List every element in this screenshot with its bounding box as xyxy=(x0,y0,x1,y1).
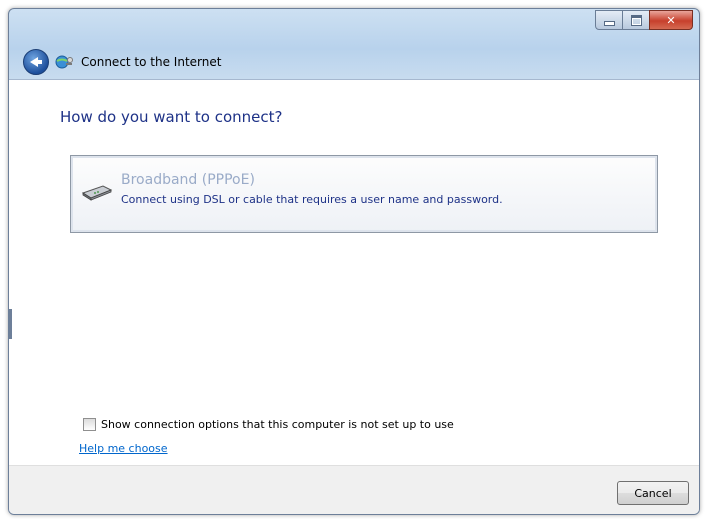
broadband-option-button[interactable]: Broadband (PPPoE) Connect using DSL or c… xyxy=(70,155,658,233)
cancel-button[interactable]: Cancel xyxy=(617,481,689,505)
minimize-icon xyxy=(596,11,622,29)
option-title: Broadband (PPPoE) xyxy=(121,172,255,188)
maximize-button[interactable] xyxy=(622,10,650,30)
close-button[interactable]: ✕ xyxy=(649,10,693,30)
maximize-icon xyxy=(623,11,649,29)
page-heading: How do you want to connect? xyxy=(60,108,283,126)
option-description: Connect using DSL or cable that requires… xyxy=(121,193,503,206)
help-me-choose-link[interactable]: Help me choose xyxy=(79,442,168,455)
dialog-footer: Cancel xyxy=(9,465,699,514)
show-options-label[interactable]: Show connection options that this comput… xyxy=(101,418,454,431)
show-options-checkbox[interactable] xyxy=(83,418,96,431)
dialog-window: ✕ Connect to the Internet How do you wan… xyxy=(8,8,700,515)
navigation-bar: Connect to the Internet xyxy=(9,45,699,79)
close-icon: ✕ xyxy=(666,13,676,27)
back-arrow-icon[interactable] xyxy=(23,49,49,75)
caption-buttons: ✕ xyxy=(595,10,693,30)
title-bar: ✕ xyxy=(9,9,699,39)
window-edge-handle xyxy=(9,309,12,339)
window-title: Connect to the Internet xyxy=(81,55,222,69)
minimize-button[interactable] xyxy=(595,10,623,30)
broadband-modem-icon xyxy=(81,185,113,201)
show-options-row: Show connection options that this comput… xyxy=(83,418,454,431)
content-area: How do you want to connect? Broadband (P… xyxy=(9,79,699,465)
network-globe-icon xyxy=(55,55,73,69)
